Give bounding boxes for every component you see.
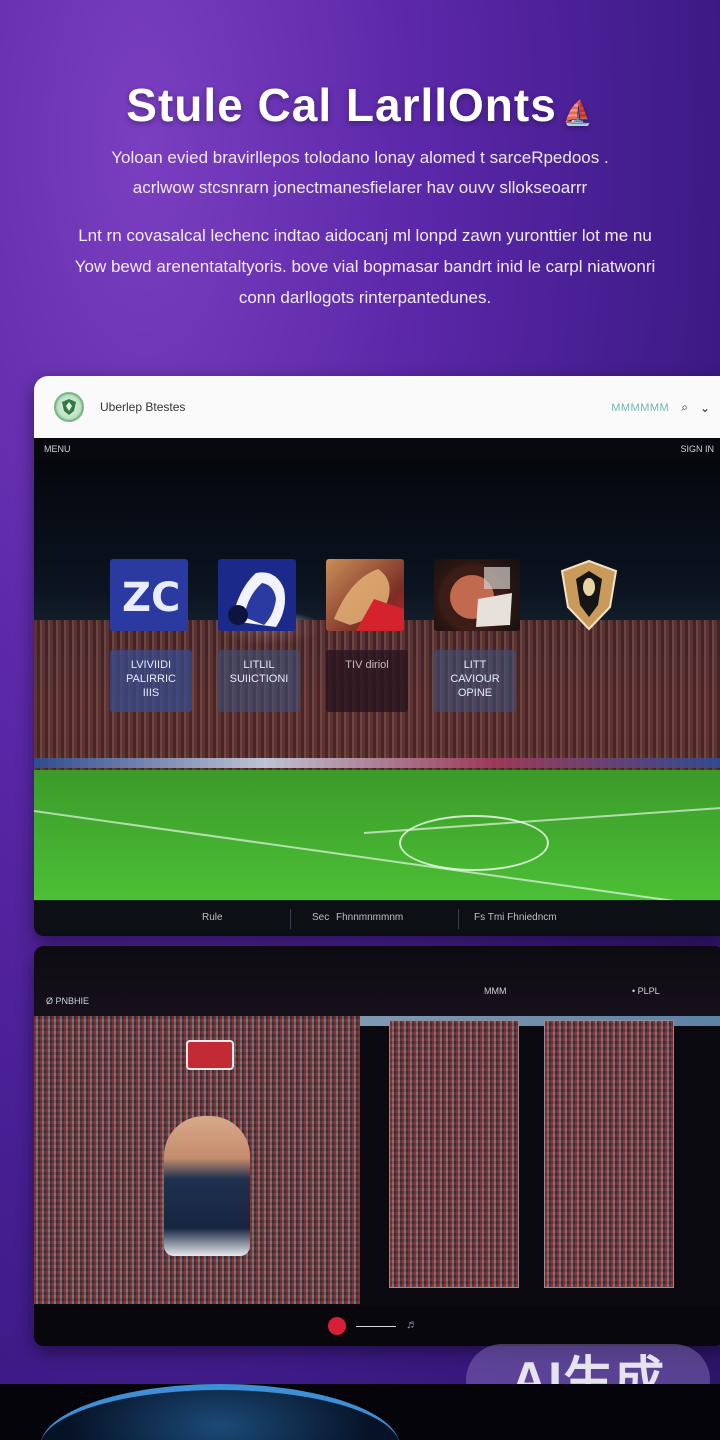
stadium-hero-image: ZC LVIVIIDI PALIRRIC IIIS LITLIL SUIICTI… — [34, 460, 720, 909]
team-tile-2[interactable] — [218, 559, 296, 631]
hero-body-line1: Lnt rn covasalcal lechenc indtao aidocan… — [78, 226, 652, 245]
center-circle — [399, 815, 549, 871]
hero-subtitle: Yoloan evied bravirllepos tolodano lonay… — [60, 143, 660, 203]
stadium-app-window: Uberlep Btestes MMMMMM ⌕ ⌄ MENU SIGN IN … — [34, 376, 720, 936]
brand-name[interactable]: Uberlep Btestes — [100, 400, 185, 414]
gallery-nav-link[interactable]: MMM — [484, 986, 507, 996]
app-footer: Rule Sec Fhnnmnmmnm Fs Tmi Fhniedncm — [34, 900, 720, 936]
gallery-title[interactable]: Ø PNBHIE — [46, 996, 89, 1006]
team-tiles: ZC — [110, 559, 658, 631]
header-nav-link[interactable]: MMMMMM — [611, 402, 669, 414]
footer-divider — [290, 909, 291, 929]
team-tile-1[interactable]: ZC — [110, 559, 188, 631]
tile-label-1-line3: IIIS — [142, 687, 160, 699]
football-pitch — [34, 770, 720, 909]
record-button[interactable] — [328, 1317, 346, 1335]
trophy — [186, 1040, 234, 1070]
music-icon[interactable]: ♬ — [406, 1317, 418, 1331]
shield-logo-icon[interactable] — [54, 392, 84, 422]
team-tile-5[interactable] — [550, 559, 628, 631]
tile-label-2-line1: LITLIL — [243, 659, 275, 671]
tile-label-2[interactable]: LITLIL SUIICTIONI — [218, 650, 300, 712]
gallery-topbar: Ø PNBHIE MMM • PLPL — [34, 946, 720, 1016]
tile-1-glyph: ZC — [122, 575, 180, 621]
team-tile-3[interactable] — [326, 559, 404, 631]
crowd-thumbnail-1[interactable] — [389, 1020, 519, 1288]
tile-label-3-line1: TIV diriol — [345, 659, 389, 671]
hero-body-line2: Yow bewd arenentataltyoris. bove vial bo… — [74, 257, 656, 276]
search-icon[interactable]: ⌕ — [681, 400, 688, 415]
athlete-figure — [164, 1116, 250, 1256]
hero-title-text: Stule Cal LarllOnts — [126, 79, 557, 131]
hero-body: Lnt rn covasalcal lechenc indtao aidocan… — [30, 220, 700, 313]
chevron-down-icon[interactable]: ⌄ — [700, 401, 710, 415]
crowd-thumbnail-2[interactable] — [544, 1020, 674, 1288]
footer-divider — [458, 909, 459, 929]
tile-label-1-line1: LVIVIIDI — [130, 659, 172, 671]
boat-icon: ⛵ — [562, 100, 594, 127]
tile-label-4-line2: CAVIOUR OPINE — [450, 673, 500, 699]
gallery-nav-link-2[interactable]: • PLPL — [632, 986, 660, 996]
footer-link-3[interactable]: Fhnnmnmmnm — [336, 912, 403, 923]
tile-label-4-line1: LITT — [463, 659, 487, 671]
hero-subtitle-line1: Yoloan evied bravirllepos tolodano lonay… — [111, 148, 609, 167]
header-actions: MMMMMM ⌕ ⌄ — [611, 400, 710, 415]
hero-subtitle-line2: acrlwow stcsnrarn jonectmanesfielarer ha… — [132, 178, 588, 197]
menu-link[interactable]: MENU — [44, 444, 71, 454]
ad-board — [34, 758, 720, 768]
sign-in-link[interactable]: SIGN IN — [680, 444, 714, 454]
crowd-gallery-window: Ø PNBHIE MMM • PLPL ♬ — [34, 946, 720, 1346]
footer-link-4[interactable]: Fs Tmi Fhniedncm — [474, 912, 557, 923]
pitch-line — [34, 810, 718, 909]
team-tile-4[interactable] — [434, 559, 520, 631]
app-topbar: MENU SIGN IN — [34, 438, 720, 460]
tile-label-1[interactable]: LVIVIIDI PALIRRIC IIIS — [110, 650, 192, 712]
tile-label-3[interactable]: TIV diriol — [326, 650, 408, 712]
tile-label-1-line2: PALIRRIC — [126, 673, 176, 685]
tile-labels: LVIVIIDI PALIRRIC IIIS LITLIL SUIICTIONI… — [110, 650, 542, 712]
footer-link-2[interactable]: Sec — [312, 912, 329, 923]
tile-label-4[interactable]: LITT CAVIOUR OPINE — [434, 650, 516, 712]
hero-title: Stule Cal LarllOnts ⛵ — [0, 78, 720, 132]
progress-slider[interactable] — [356, 1326, 396, 1327]
footer-link-1[interactable]: Rule — [202, 912, 223, 923]
tile-label-2-line2: SUIICTIONI — [229, 673, 289, 685]
gallery-footer: ♬ — [34, 1306, 720, 1346]
hero-section: Stule Cal LarllOnts ⛵ Yoloan evied bravir… — [0, 0, 720, 370]
featured-crowd-image[interactable] — [34, 1016, 360, 1304]
bottom-ball-graphic — [0, 1384, 720, 1440]
hero-body-line3: conn darllogots rinterpantedunes. — [238, 288, 492, 307]
app-header: Uberlep Btestes MMMMMM ⌕ ⌄ — [34, 376, 720, 438]
